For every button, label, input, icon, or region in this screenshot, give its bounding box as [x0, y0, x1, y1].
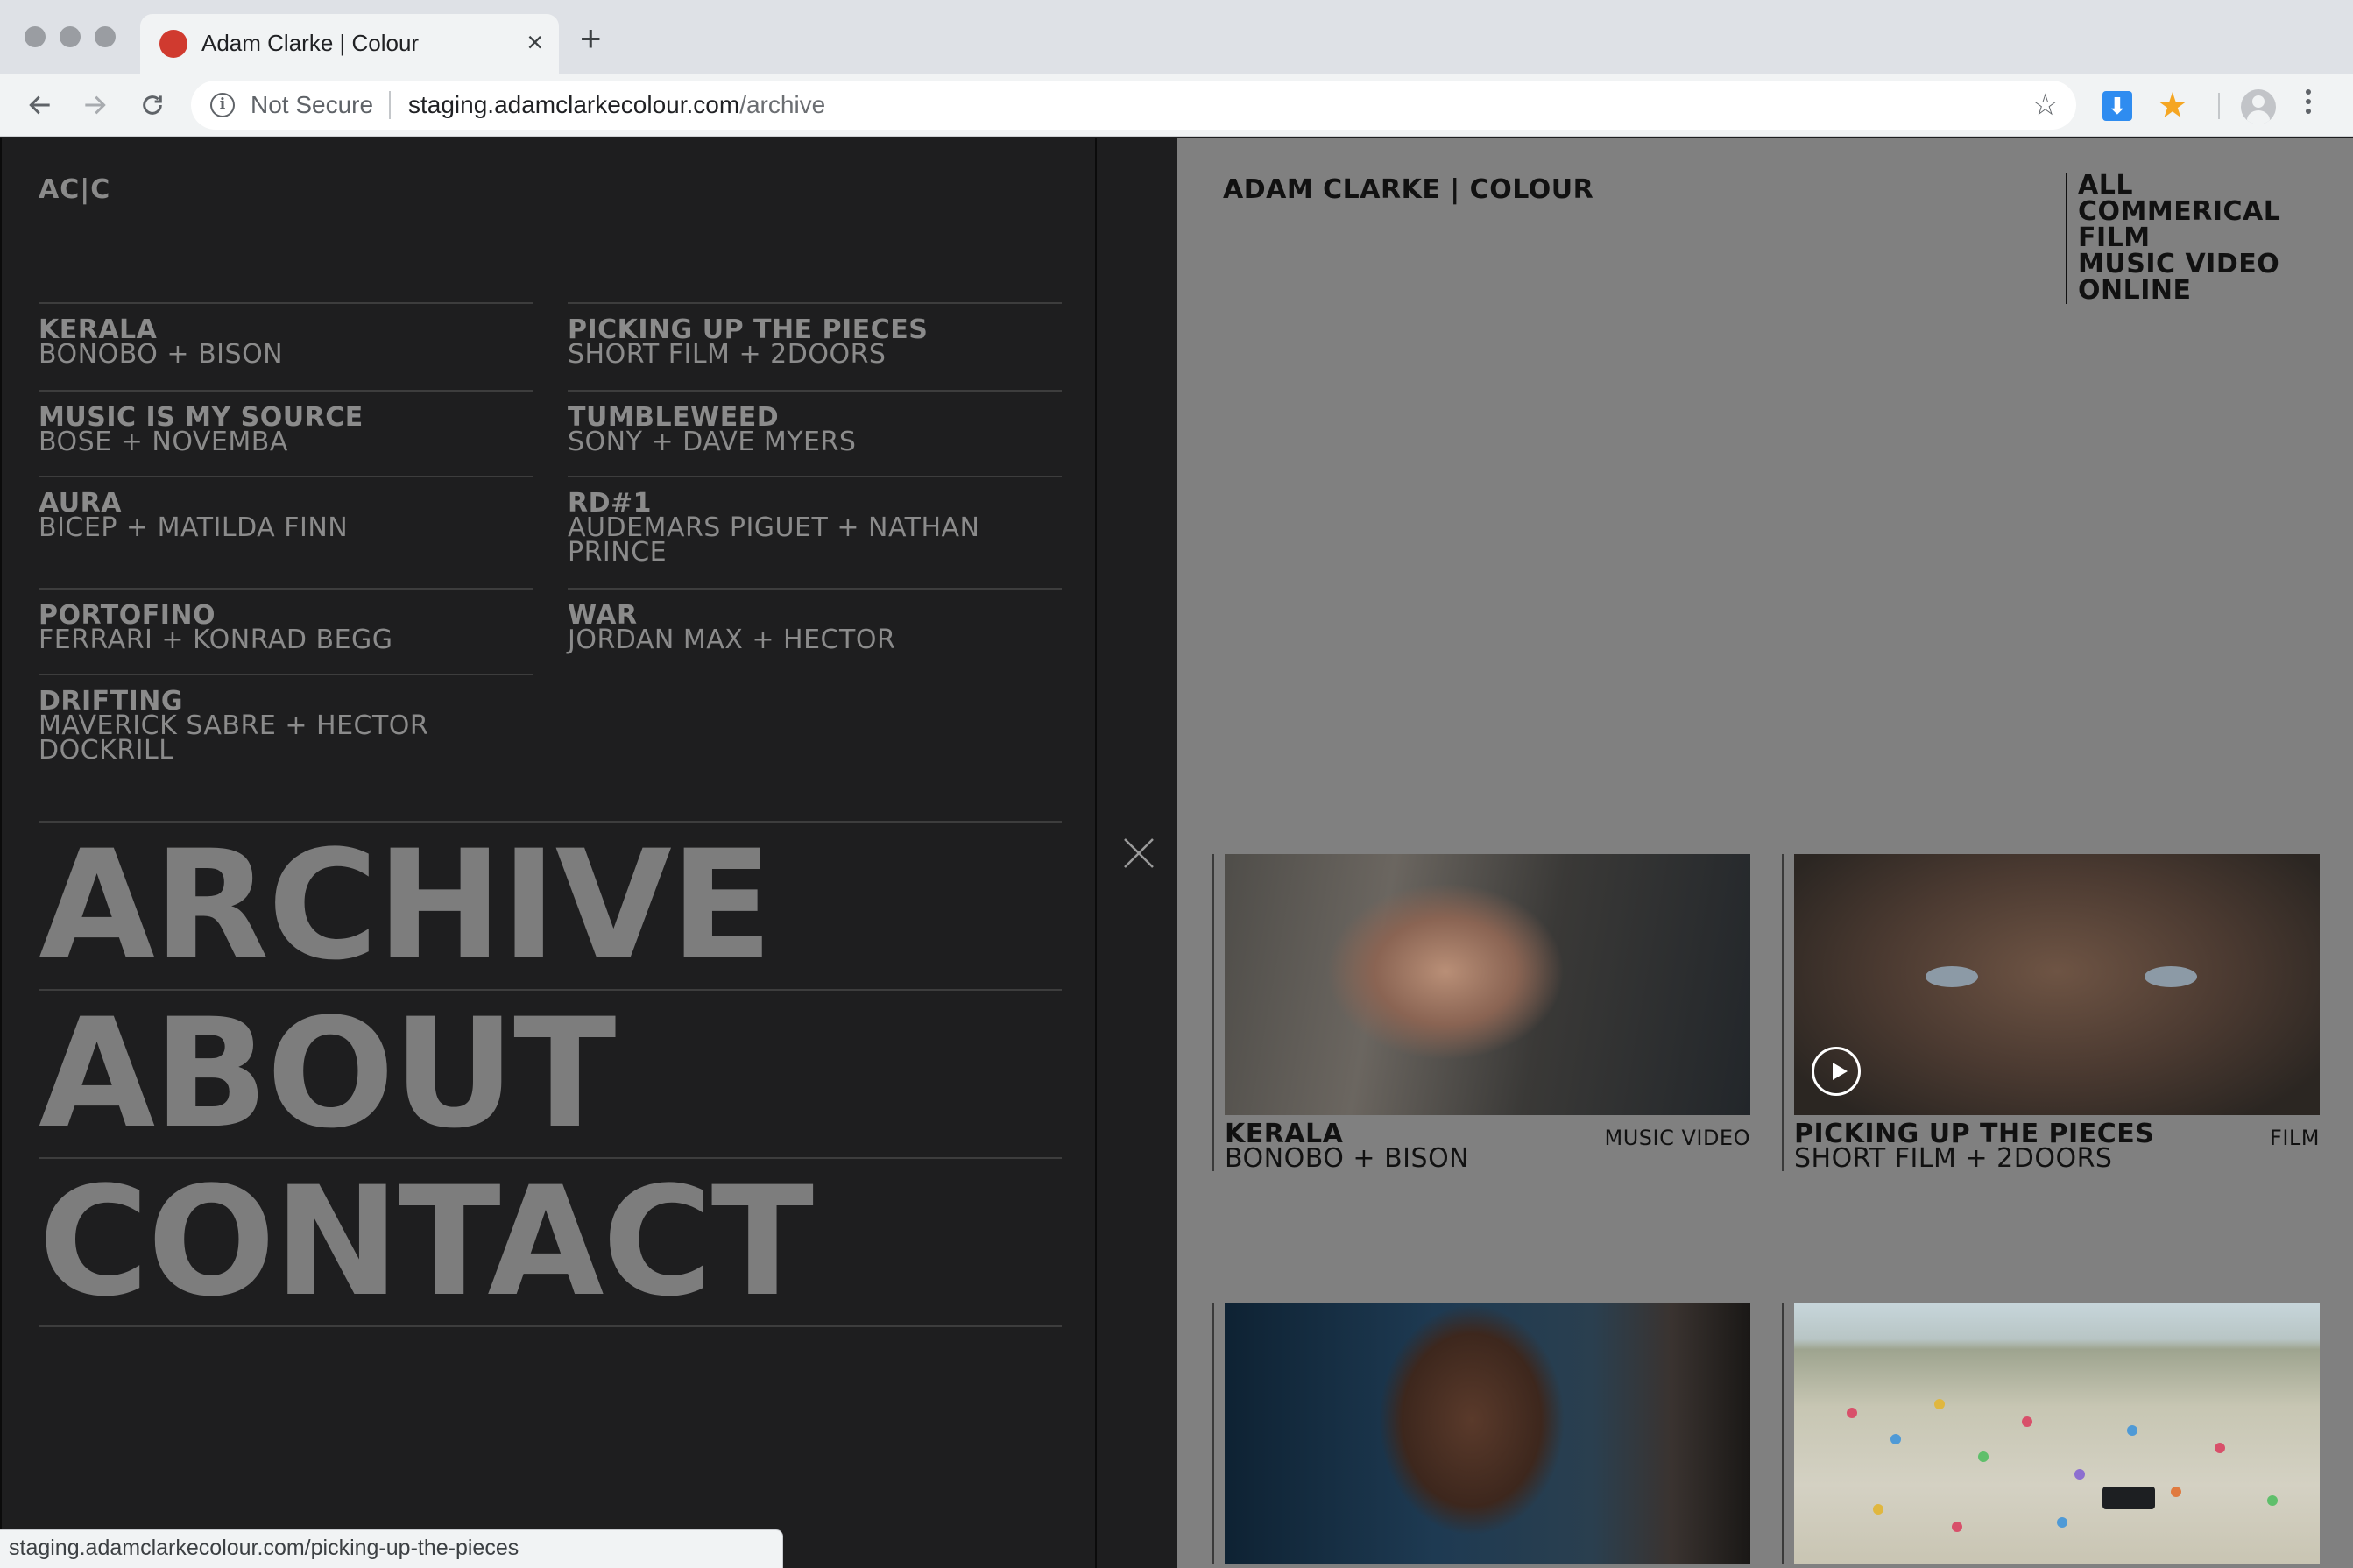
- project-subtitle: BOSE + NOVEMBA: [39, 427, 288, 457]
- card-category: MUSIC VIDEO: [1604, 1126, 1750, 1150]
- category-filter: ALL COMMERICAL FILM MUSIC VIDEO ONLINE: [2066, 173, 2280, 304]
- thumbnail-detail: [2215, 1443, 2225, 1453]
- nav-bottom-rule: [39, 1325, 1062, 1327]
- project-item-aura[interactable]: AURA BICEP + MATILDA FINN: [39, 476, 533, 543]
- info-icon[interactable]: [210, 93, 235, 117]
- thumbnail-detail: [1952, 1522, 1962, 1532]
- project-subtitle: SONY + DAVE MYERS: [568, 427, 857, 457]
- overlay-menu: AC|C KERALA BONOBO + BISON PICKING UP TH…: [0, 138, 1097, 1568]
- project-card-picking-up-the-pieces[interactable]: PICKING UP THE PIECES SHORT FILM + 2DOOR…: [1782, 854, 2320, 1174]
- url-path: /archive: [739, 91, 826, 118]
- card-subtitle: BONOBO + BISON: [1225, 1143, 1470, 1174]
- project-item-music-is-my-source[interactable]: MUSIC IS MY SOURCE BOSE + NOVEMBA: [39, 390, 533, 457]
- filter-music-video[interactable]: MUSIC VIDEO: [2078, 251, 2280, 278]
- window-maximize-button[interactable]: [95, 26, 116, 47]
- nav-contact[interactable]: CONTACT: [39, 1157, 1062, 1325]
- site-title[interactable]: ADAM CLARKE | COLOUR: [1223, 174, 1593, 205]
- window-minimize-button[interactable]: [60, 26, 81, 47]
- window-close-button[interactable]: [25, 26, 46, 47]
- close-menu-icon[interactable]: [1120, 834, 1158, 872]
- browser-toolbar: Not Secure staging.adamclarkecolour.com/…: [0, 74, 2353, 137]
- browser-tab[interactable]: Adam Clarke | Colour ×: [140, 14, 559, 74]
- project-subtitle: MAVERICK SABRE + HECTOR DOCKRILL: [39, 710, 429, 766]
- project-thumbnail[interactable]: [1794, 854, 2320, 1115]
- thumbnail-detail: [2102, 1487, 2155, 1509]
- project-subtitle: BICEP + MATILDA FINN: [39, 512, 349, 543]
- card-category: FILM: [2270, 1126, 2320, 1150]
- forward-icon[interactable]: [75, 86, 114, 124]
- archive-content: ADAM CLARKE | COLOUR ALL COMMERICAL FILM…: [1177, 138, 2353, 1568]
- thumbnail-detail: [2127, 1425, 2137, 1436]
- reload-icon[interactable]: [133, 86, 172, 124]
- browser-tab-bar: Adam Clarke | Colour × +: [0, 0, 2353, 74]
- project-item-drifting[interactable]: DRIFTING MAVERICK SABRE + HECTOR DOCKRIL…: [39, 674, 533, 766]
- project-subtitle: FERRARI + KONRAD BEGG: [39, 625, 393, 655]
- thumbnail-detail: [1934, 1399, 1945, 1409]
- card-meta: KERALA BONOBO + BISON MUSIC VIDEO: [1225, 1115, 1750, 1174]
- project-card-4[interactable]: [1782, 1303, 2320, 1564]
- project-item-tumbleweed[interactable]: TUMBLEWEED SONY + DAVE MYERS: [568, 390, 1062, 457]
- nav-about[interactable]: ABOUT: [39, 989, 1062, 1157]
- project-item-rd1[interactable]: RD#1 AUDEMARS PIGUET + NATHAN PRINCE: [568, 476, 1062, 568]
- project-item-portofino[interactable]: PORTOFINO FERRARI + KONRAD BEGG: [39, 588, 533, 653]
- bookmark-star-icon[interactable]: ☆: [2032, 88, 2059, 123]
- play-icon[interactable]: [1812, 1047, 1861, 1096]
- thumbnail-detail: [2267, 1495, 2278, 1506]
- project-item-war[interactable]: WAR JORDAN MAX + HECTOR: [568, 588, 1062, 653]
- status-bar-url: staging.adamclarkecolour.com/picking-up-…: [0, 1529, 783, 1568]
- project-subtitle: SHORT FILM + 2DOORS: [568, 339, 887, 370]
- thumbnail-detail: [1847, 1408, 1857, 1418]
- thumbnail-detail: [2022, 1416, 2032, 1427]
- address-bar[interactable]: Not Secure staging.adamclarkecolour.com/…: [191, 81, 2076, 130]
- project-card-3[interactable]: [1212, 1303, 1750, 1564]
- project-thumbnail[interactable]: [1225, 1303, 1750, 1564]
- card-meta: PICKING UP THE PIECES SHORT FILM + 2DOOR…: [1794, 1115, 2320, 1174]
- menu-close-strip: [1097, 138, 1177, 1568]
- project-card-kerala[interactable]: KERALA BONOBO + BISON MUSIC VIDEO: [1212, 854, 1750, 1174]
- address-divider: [389, 91, 391, 119]
- back-icon[interactable]: [21, 86, 60, 124]
- new-tab-icon[interactable]: +: [580, 20, 602, 57]
- menu-kebab-icon[interactable]: [2306, 89, 2313, 118]
- url-host: staging.adamclarkecolour.com: [408, 91, 740, 118]
- project-subtitle: AUDEMARS PIGUET + NATHAN PRINCE: [568, 512, 980, 568]
- project-thumbnail[interactable]: [1225, 854, 1750, 1115]
- close-tab-icon[interactable]: ×: [526, 26, 543, 58]
- favicon-icon: [159, 30, 187, 58]
- filter-commercial[interactable]: COMMERICAL: [2078, 199, 2280, 225]
- project-subtitle: BONOBO + BISON: [39, 339, 284, 370]
- card-subtitle: SHORT FILM + 2DOORS: [1794, 1143, 2113, 1174]
- filter-film[interactable]: FILM: [2078, 225, 2280, 251]
- thumbnail-detail: [1873, 1504, 1883, 1515]
- web-page: AC|C KERALA BONOBO + BISON PICKING UP TH…: [0, 138, 2353, 1568]
- tab-title: Adam Clarke | Colour: [201, 30, 420, 56]
- thumbnail-detail: [1978, 1451, 1989, 1462]
- thumbnail-detail: [1890, 1434, 1901, 1444]
- site-logo[interactable]: AC|C: [39, 174, 110, 205]
- nav-archive[interactable]: ARCHIVE: [39, 821, 1062, 989]
- project-subtitle: JORDAN MAX + HECTOR: [568, 625, 896, 655]
- not-secure-label: Not Secure: [251, 91, 374, 118]
- main-nav: ARCHIVE ABOUT CONTACT: [39, 821, 1062, 1327]
- project-item-kerala[interactable]: KERALA BONOBO + BISON: [39, 302, 533, 370]
- project-thumbnail[interactable]: [1794, 1303, 2320, 1564]
- filter-all[interactable]: ALL: [2078, 173, 2280, 199]
- profile-icon[interactable]: [2241, 89, 2276, 124]
- toolbar-divider: [2218, 93, 2220, 119]
- project-item-picking-up-the-pieces[interactable]: PICKING UP THE PIECES SHORT FILM + 2DOOR…: [568, 302, 1062, 370]
- thumbnail-detail: [2057, 1517, 2067, 1528]
- url-text[interactable]: staging.adamclarkecolour.com/archive: [408, 91, 825, 119]
- download-extension-icon[interactable]: ⬇: [2102, 91, 2132, 121]
- thumbnail-detail: [2074, 1469, 2085, 1480]
- filter-online[interactable]: ONLINE: [2078, 278, 2280, 304]
- star-extension-icon[interactable]: ★: [2157, 86, 2188, 126]
- thumbnail-detail: [2171, 1487, 2181, 1497]
